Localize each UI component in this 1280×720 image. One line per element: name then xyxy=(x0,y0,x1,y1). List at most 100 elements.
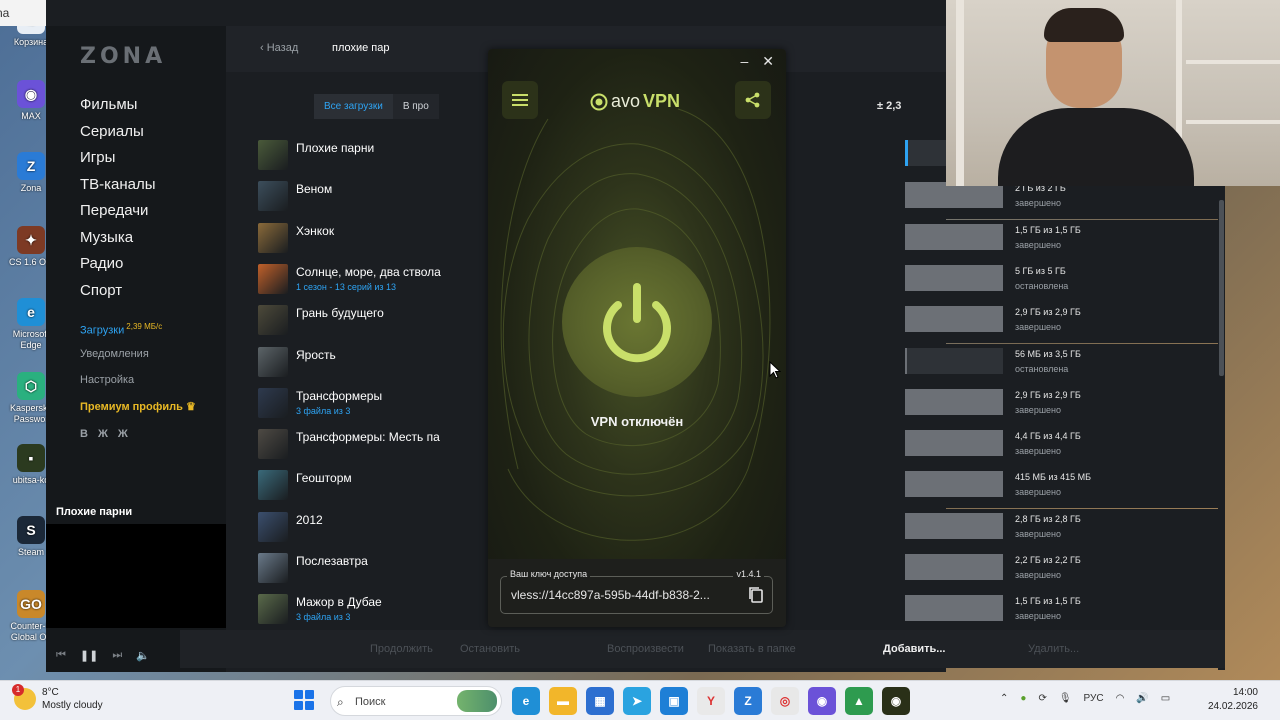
desktop-app-icon: Z xyxy=(17,152,45,180)
clock[interactable]: 14:00 24.02.2026 xyxy=(1208,686,1258,714)
movie-thumbnail xyxy=(258,222,288,253)
taskbar-android-icon[interactable]: ▲ xyxy=(845,687,873,715)
minimize-icon[interactable]: – xyxy=(740,53,748,70)
taskbar-explorer-icon[interactable]: ▬ xyxy=(549,687,577,715)
delete-button[interactable]: Удалить... xyxy=(1028,643,1079,655)
download-progress: 56 МБ из 3,5 ГБ остановлена xyxy=(905,343,1225,385)
desktop-app-icon: GO xyxy=(17,590,45,618)
connect-button[interactable] xyxy=(562,247,712,397)
download-progress: 2,9 ГБ из 2,9 ГБ завершено xyxy=(905,302,1225,344)
movie-title: Ярость xyxy=(296,347,336,362)
taskbar-edge-icon[interactable]: e xyxy=(512,687,540,715)
power-icon xyxy=(603,283,671,363)
tab-in-progress[interactable]: В про xyxy=(392,94,439,119)
nav-item-radio[interactable]: Радио xyxy=(80,251,156,278)
show-in-folder-button[interactable]: Показать в папке xyxy=(708,643,796,655)
movie-subinfo: 3 файла из 3 xyxy=(296,405,351,416)
time: 14:00 xyxy=(1232,687,1258,698)
social-icon[interactable]: Ж xyxy=(118,428,128,440)
language-indicator[interactable]: РУС xyxy=(1084,693,1104,704)
nav-item-tv[interactable]: ТВ-каналы xyxy=(80,172,156,199)
desktop-app-icon: ▪ xyxy=(17,444,45,472)
add-button[interactable]: Добавить... xyxy=(883,643,945,655)
download-size: 2,8 ГБ из 2,8 ГБ xyxy=(1015,513,1081,524)
tab-all-downloads[interactable]: Все загрузки xyxy=(314,94,393,119)
taskbar-max-icon[interactable]: ◉ xyxy=(808,687,836,715)
taskbar-yandex-icon[interactable]: Y xyxy=(697,687,725,715)
social-links: В Ж Ж xyxy=(80,428,128,440)
taskbar-zona-icon[interactable]: Z xyxy=(734,687,762,715)
share-button[interactable] xyxy=(735,81,771,119)
taskbar-avovpn-icon[interactable]: ◉ xyxy=(882,687,910,715)
nav-item-premium[interactable]: Премиум профиль ♛ xyxy=(80,394,196,421)
access-key-panel: Ваш ключ доступа v1.4.1 vless://14cc897a… xyxy=(488,559,786,627)
nav-item-films[interactable]: Фильмы xyxy=(80,92,156,119)
access-key-label: Ваш ключ доступа xyxy=(507,569,591,579)
nav-item-downloads[interactable]: Загрузки 2,39 МБ/с xyxy=(80,314,196,341)
movie-title: 2012 xyxy=(296,512,323,527)
date: 24.02.2026 xyxy=(1207,701,1258,712)
movie-title: Трансформеры: Месть па xyxy=(296,430,440,445)
resume-button[interactable]: Продолжить xyxy=(370,643,433,655)
access-key-value[interactable]: vless://14cc897a-595b-44df-b838-2... xyxy=(511,588,733,602)
movie-thumbnail xyxy=(258,140,288,170)
scrollbar-thumb[interactable] xyxy=(1219,200,1224,376)
ok-icon[interactable]: Ж xyxy=(98,428,108,440)
chevron-up-icon[interactable]: ⌃ xyxy=(1000,693,1008,704)
nav-item-notifications[interactable]: Уведомления xyxy=(80,341,196,368)
back-button[interactable]: ‹ Назад xyxy=(260,42,298,54)
weather-temp: 8°C xyxy=(42,687,59,698)
nav-item-games[interactable]: Игры xyxy=(80,145,156,172)
taskbar-store-icon[interactable]: ▦ xyxy=(586,687,614,715)
pause-icon[interactable]: ❚❚ xyxy=(80,649,98,662)
access-key-field[interactable]: Ваш ключ доступа v1.4.1 vless://14cc897a… xyxy=(500,569,773,614)
close-icon[interactable]: ✕ xyxy=(762,53,774,70)
download-progress: 2,8 ГБ из 2,8 ГБ завершено xyxy=(905,508,1225,550)
movie-title: Послезавтра xyxy=(296,554,368,568)
movie-thumbnail xyxy=(258,346,288,377)
movie-thumbnail xyxy=(258,181,288,212)
weather-widget[interactable]: 1 8°C Mostly cloudy xyxy=(12,684,103,712)
zona-logo: ZONA xyxy=(80,44,167,69)
volume-icon[interactable]: 🔈 xyxy=(136,649,150,662)
mic-icon[interactable]: 🎙 xyxy=(1059,693,1072,704)
desktop-app-icon: ◉ xyxy=(17,80,45,108)
next-icon[interactable]: ⏭ xyxy=(112,649,122,662)
taskbar-chrome-icon[interactable]: ◎ xyxy=(771,687,799,715)
progress-bar xyxy=(905,430,1003,457)
start-button[interactable] xyxy=(294,690,314,710)
download-status: завершено xyxy=(1015,611,1062,622)
pinned-apps: e ▬ ▦ ➤ ▣ Y Z ◎ ◉ ▲ ◉ xyxy=(512,687,910,715)
movie-thumbnail xyxy=(258,387,288,418)
download-size: 1,5 ГБ из 1,5 ГБ xyxy=(1015,224,1081,235)
progress-bar xyxy=(905,512,1003,539)
wifi-icon[interactable]: ◠ xyxy=(1116,693,1125,704)
stop-button[interactable]: Остановить xyxy=(460,643,520,655)
copy-icon[interactable] xyxy=(748,586,764,604)
download-size: 5 ГБ из 5 ГБ xyxy=(1015,265,1066,276)
volume-icon[interactable]: 🔊 xyxy=(1136,693,1148,704)
search-input[interactable]: плохие пар xyxy=(332,42,390,54)
download-size: 56 МБ из 3,5 ГБ xyxy=(1015,348,1081,359)
taskbar-search[interactable]: ⌕ Поиск xyxy=(330,686,502,716)
tray-app-icon[interactable]: ● xyxy=(1020,693,1026,704)
person-body xyxy=(998,108,1194,186)
battery-icon[interactable]: ▭ xyxy=(1161,693,1170,704)
nav-item-settings[interactable]: Настройка xyxy=(80,367,196,394)
share-icon xyxy=(745,92,760,108)
download-status: завершено xyxy=(1015,487,1062,498)
taskbar-app-icon[interactable]: ▣ xyxy=(660,687,688,715)
nav-item-series[interactable]: Сериалы xyxy=(80,119,156,146)
play-button[interactable]: Воспроизвести xyxy=(607,643,684,655)
nav-item-sport[interactable]: Спорт xyxy=(80,278,156,305)
menu-button[interactable] xyxy=(502,81,538,119)
sync-icon[interactable]: ⟳ xyxy=(1038,693,1046,704)
nav-item-shows[interactable]: Передачи xyxy=(80,198,156,225)
app-version: v1.4.1 xyxy=(733,569,764,579)
taskbar-telegram-icon[interactable]: ➤ xyxy=(623,687,651,715)
nav-item-music[interactable]: Музыка xyxy=(80,225,156,252)
video-preview[interactable] xyxy=(46,524,226,628)
vk-icon[interactable]: В xyxy=(80,428,88,440)
vpn-status: VPN отключён xyxy=(590,414,684,429)
prev-icon[interactable]: ⏮ xyxy=(56,649,66,662)
